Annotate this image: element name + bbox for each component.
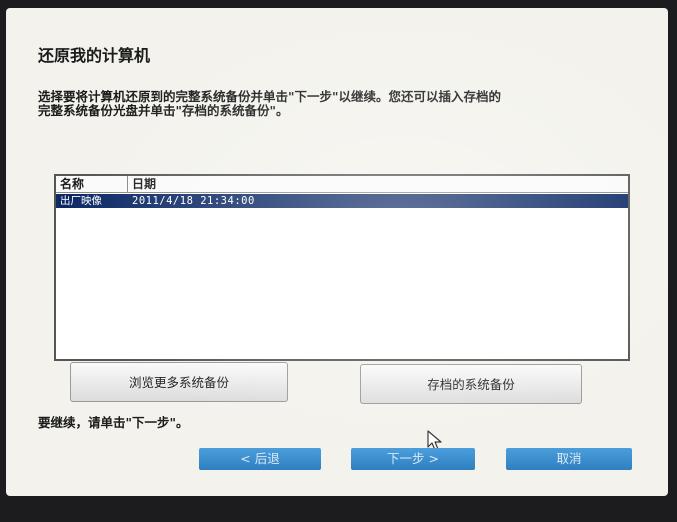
archived-system-backup-button[interactable]: 存档的系统备份 (360, 364, 582, 404)
instructions-text: 选择要将计算机还原到的完整系统备份并单击"下一步"以继续。您还可以插入存档的 完… (38, 90, 658, 118)
column-header-name[interactable]: 名称 (56, 176, 128, 192)
continue-hint: 要继续，请单击"下一步"。 (38, 415, 189, 430)
back-button[interactable]: < 后退 (199, 448, 321, 470)
instructions-line-1: 选择要将计算机还原到的完整系统备份并单击"下一步"以继续。您还可以插入存档的 (38, 89, 502, 104)
row-date-cell: 2011/4/18 21:34:00 (132, 195, 255, 207)
next-button[interactable]: 下一步 > (351, 448, 475, 470)
column-header-date[interactable]: 日期 (128, 176, 156, 192)
instructions-line-2: 完整系统备份光盘并单击"存档的系统备份"。 (38, 103, 289, 118)
wizard-title: 还原我的计算机 (38, 46, 151, 65)
cancel-button[interactable]: 取消 (506, 448, 632, 470)
backup-list[interactable]: 名称 日期 出厂映像 2011/4/18 21:34:00 (54, 174, 630, 361)
list-header: 名称 日期 (56, 176, 628, 193)
restore-wizard-window: 还原我的计算机 选择要将计算机还原到的完整系统备份并单击"下一步"以继续。您还可… (6, 8, 668, 496)
row-name-cell: 出厂映像 (60, 195, 102, 207)
table-row[interactable]: 出厂映像 2011/4/18 21:34:00 (56, 194, 628, 208)
browse-more-backups-button[interactable]: 浏览更多系统备份 (70, 362, 288, 402)
